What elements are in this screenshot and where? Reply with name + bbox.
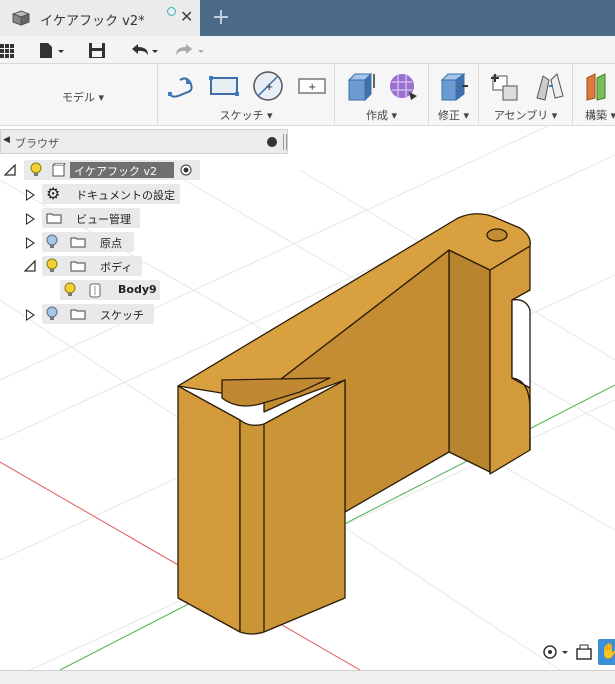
tree-item-label: 原点 bbox=[100, 237, 122, 250]
modify-group-label[interactable]: 修正 ▾ bbox=[429, 107, 478, 123]
tree-item-origin[interactable]: 原点 bbox=[0, 232, 140, 252]
offset-plane-icon[interactable] bbox=[583, 70, 615, 102]
browser-panel-header[interactable]: ◀ ブラウザ bbox=[0, 129, 288, 154]
new-component-icon[interactable] bbox=[489, 70, 521, 102]
tree-item-label: スケッチ bbox=[100, 309, 144, 322]
construct-group-label[interactable]: 構築 ▾ bbox=[585, 107, 615, 123]
redo-icon[interactable] bbox=[172, 40, 206, 60]
tree-item-named-views[interactable]: ビュー管理 bbox=[0, 208, 150, 228]
panel-grip-icon[interactable] bbox=[283, 134, 287, 150]
sketch-group: + + スケッチ ▾ bbox=[158, 64, 335, 126]
modify-group: 修正 ▾ bbox=[429, 64, 479, 126]
grid-menu-icon[interactable] bbox=[0, 40, 16, 60]
create-group-label[interactable]: 作成 ▾ bbox=[335, 107, 428, 123]
tree-item-document-settings[interactable]: ⚙ ドキュメントの設定 bbox=[0, 184, 190, 204]
collapsed-arrow-icon[interactable] bbox=[26, 237, 35, 249]
press-pull-icon[interactable] bbox=[438, 70, 470, 102]
extrude-icon[interactable] bbox=[345, 70, 377, 102]
fusion-window: イケアフック v2* ✕ + モデル ▾ + + スケッチ ▾ 作成 ▾ 修正 … bbox=[0, 0, 615, 684]
sketch-group-label[interactable]: スケッチ ▾ bbox=[158, 107, 334, 123]
assemble-group: アセンブリ ▾ bbox=[479, 64, 573, 126]
activate-radio-icon[interactable] bbox=[180, 164, 192, 176]
folder-icon bbox=[46, 213, 62, 224]
sync-status-icon bbox=[167, 7, 176, 16]
quick-access-toolbar bbox=[0, 36, 615, 64]
joint-icon[interactable] bbox=[533, 70, 565, 102]
folder-icon bbox=[70, 261, 86, 272]
gear-icon: ⚙ bbox=[46, 184, 61, 203]
status-bar bbox=[0, 670, 615, 684]
assemble-group-label[interactable]: アセンブリ ▾ bbox=[479, 107, 572, 123]
tree-item-label: ビュー管理 bbox=[76, 213, 131, 226]
tree-item-sketches[interactable]: スケッチ bbox=[0, 304, 160, 324]
workspace-switcher[interactable]: モデル ▾ bbox=[0, 64, 158, 126]
svg-text:+: + bbox=[265, 82, 273, 93]
orbit-icon[interactable] bbox=[540, 642, 570, 662]
root-component-label: イケアフック v2 bbox=[70, 162, 174, 178]
collapse-browser-icon[interactable]: ◀ bbox=[3, 135, 10, 145]
collapsed-arrow-icon[interactable] bbox=[26, 189, 35, 201]
expanded-arrow-icon[interactable] bbox=[24, 260, 36, 272]
minimize-browser-icon[interactable] bbox=[267, 137, 277, 147]
new-tab-button[interactable]: + bbox=[208, 6, 234, 32]
circle-icon[interactable]: + bbox=[252, 70, 284, 102]
browser-title: ブラウザ bbox=[15, 137, 59, 150]
document-tab[interactable]: イケアフック v2* ✕ bbox=[0, 0, 200, 36]
hand-icon: ✋ bbox=[600, 642, 615, 660]
create-sketch-icon[interactable] bbox=[166, 70, 198, 102]
expanded-arrow-icon[interactable] bbox=[4, 164, 16, 176]
folder-icon bbox=[70, 237, 86, 248]
rectangle-icon[interactable] bbox=[208, 70, 240, 102]
toolbar-ribbon: モデル ▾ + + スケッチ ▾ 作成 ▾ 修正 ▾ アセンブリ ▾ 構築 ▾ bbox=[0, 64, 615, 126]
close-tab-button[interactable]: ✕ bbox=[180, 9, 193, 25]
tree-item-label: ボディ bbox=[100, 261, 133, 274]
tree-item-body9[interactable]: Body9 bbox=[0, 280, 170, 300]
svg-text:+: + bbox=[308, 82, 316, 93]
undo-icon[interactable] bbox=[128, 40, 160, 60]
collapsed-arrow-icon[interactable] bbox=[26, 213, 35, 225]
navigation-bar: ✋ bbox=[540, 638, 615, 666]
pan-button[interactable]: ✋ bbox=[598, 639, 615, 665]
save-icon[interactable] bbox=[88, 40, 106, 60]
collapsed-arrow-icon[interactable] bbox=[26, 309, 35, 321]
visibility-bulb-icon[interactable] bbox=[46, 234, 58, 250]
cube-icon bbox=[12, 10, 30, 26]
workspace-label: モデル ▾ bbox=[62, 91, 105, 104]
tree-item-label: Body9 bbox=[118, 283, 157, 296]
body9-model[interactable] bbox=[177, 213, 531, 635]
visibility-bulb-icon[interactable] bbox=[30, 162, 42, 178]
tree-root-row[interactable]: イケアフック v2 bbox=[0, 160, 210, 180]
form-icon[interactable] bbox=[387, 70, 419, 102]
visibility-bulb-icon[interactable] bbox=[46, 258, 58, 274]
tree-item-bodies[interactable]: ボディ bbox=[0, 256, 150, 276]
document-tab-bar: イケアフック v2* ✕ + bbox=[0, 0, 615, 36]
create-group: 作成 ▾ bbox=[335, 64, 429, 126]
visibility-bulb-icon[interactable] bbox=[46, 306, 58, 322]
sketch-point-icon[interactable]: + bbox=[296, 70, 328, 102]
body-icon bbox=[89, 283, 101, 298]
tree-item-label: ドキュメントの設定 bbox=[76, 189, 175, 202]
document-title: イケアフック v2* bbox=[40, 14, 145, 29]
folder-icon bbox=[70, 309, 86, 320]
component-icon bbox=[52, 163, 66, 177]
look-at-icon[interactable] bbox=[574, 642, 594, 662]
file-menu-icon[interactable] bbox=[38, 40, 66, 60]
construct-group: 構築 ▾ bbox=[573, 64, 615, 126]
visibility-bulb-icon[interactable] bbox=[64, 282, 76, 298]
